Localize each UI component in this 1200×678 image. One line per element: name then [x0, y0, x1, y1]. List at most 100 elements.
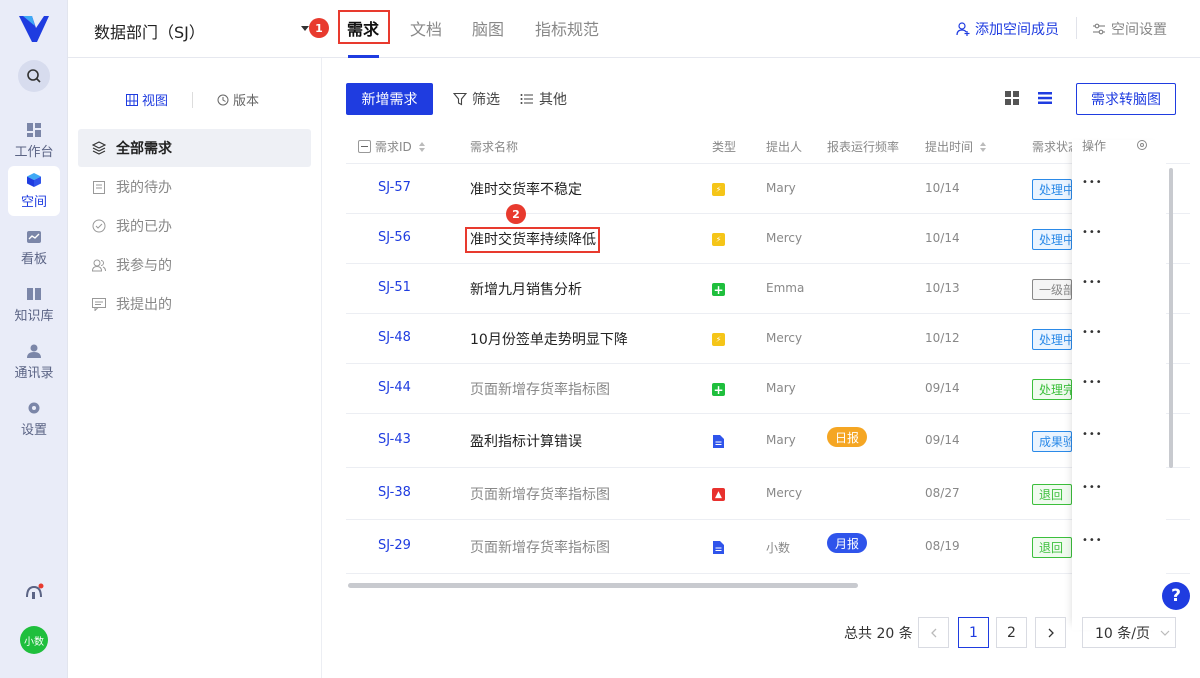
column-time[interactable]: 提出时间 [925, 138, 987, 155]
tab-mindmap[interactable]: 脑图 [472, 16, 504, 40]
submit-date: 09/14 [925, 381, 960, 395]
sidebar-item-all[interactable]: 全部需求 [78, 129, 311, 167]
more-actions-icon[interactable]: ••• [1082, 377, 1103, 388]
table-row[interactable]: SJ-44 页面新增存货率指标图 + Mary 09/14 处理完 [346, 364, 1190, 414]
other-button[interactable]: 其他 [520, 89, 567, 109]
page-size-select[interactable]: 10 条/页 [1082, 617, 1176, 648]
requirement-name[interactable]: 页面新增存货率指标图 [470, 484, 610, 504]
submit-date: 10/14 [925, 231, 960, 245]
rail-item-dashboard[interactable]: 看板 [8, 223, 60, 273]
tab-docs[interactable]: 文档 [410, 16, 442, 40]
requirement-id[interactable]: SJ-56 [378, 230, 411, 245]
more-actions-icon[interactable]: ••• [1082, 177, 1103, 188]
tab-metrics[interactable]: 指标规范 [535, 16, 599, 40]
filter-label: 筛选 [472, 92, 500, 108]
proposer: Mary [766, 381, 796, 395]
column-id[interactable]: 需求ID [358, 138, 425, 155]
search-icon [27, 69, 41, 83]
table-row[interactable]: SJ-38 页面新增存货率指标图 ▲ Mercy 08/27 退回 [346, 468, 1190, 520]
list-icon [520, 94, 533, 104]
tab-version[interactable]: 版本 [217, 90, 259, 109]
sidebar-item-participated[interactable]: 我参与的 [78, 246, 311, 284]
tab-view[interactable]: 视图 [126, 90, 168, 109]
bolt-icon: ⚡ [712, 333, 725, 346]
bolt-icon: ⚡ [712, 183, 725, 196]
sidebar-item-todo[interactable]: 我的待办 [78, 168, 311, 206]
vertical-scrollbar[interactable] [1169, 168, 1173, 468]
submit-date: 08/27 [925, 486, 960, 500]
status-badge: 处理中 [1032, 229, 1072, 250]
tab-requirements[interactable]: 需求 [347, 16, 379, 40]
status-badge: 一级部 [1032, 279, 1072, 300]
space-settings-link[interactable]: 空间设置 [1092, 19, 1167, 39]
requirement-name[interactable]: 10月份签单走势明显下降 [470, 329, 628, 349]
select-all-checkbox[interactable] [358, 140, 371, 153]
submit-date: 08/19 [925, 539, 960, 553]
requirement-name[interactable]: 盈利指标计算错误 [470, 431, 582, 451]
page-2-button[interactable]: 2 [996, 617, 1027, 648]
rail-item-label: 知识库 [14, 309, 54, 324]
proposer: Emma [766, 281, 805, 295]
column-name: 需求名称 [470, 140, 519, 154]
requirement-name[interactable]: 页面新增存货率指标图 [470, 379, 610, 399]
rail-item-workbench[interactable]: 工作台 [8, 116, 60, 166]
requirement-id[interactable]: SJ-38 [378, 485, 411, 500]
table-row[interactable]: SJ-48 10月份签单走势明显下降 ⚡ Mercy 10/12 处理中 [346, 314, 1190, 364]
requirement-name[interactable]: 新增九月销售分析 [470, 279, 582, 299]
clipboard-icon [92, 180, 106, 194]
view-icon [126, 93, 138, 106]
requirement-id[interactable]: SJ-57 [378, 180, 411, 195]
horizontal-scrollbar[interactable] [348, 583, 858, 588]
column-settings-icon[interactable] [1136, 139, 1148, 151]
filter-button[interactable]: 筛选 [453, 89, 500, 109]
help-button[interactable]: ? [1162, 582, 1190, 610]
requirement-id[interactable]: SJ-48 [378, 330, 411, 345]
more-actions-icon[interactable]: ••• [1082, 482, 1103, 493]
divider [192, 91, 194, 108]
table-row[interactable]: SJ-57 准时交货率不稳定 ⚡ Mary 10/14 处理中 [346, 164, 1190, 214]
requirement-id[interactable]: SJ-43 [378, 432, 411, 447]
table-row[interactable]: SJ-51 新增九月销售分析 + Emma 10/13 一级部 [346, 264, 1190, 314]
dropdown-arrow-icon[interactable] [301, 26, 309, 31]
headset-icon[interactable] [24, 583, 44, 603]
column-type: 类型 [712, 140, 737, 154]
sidebar-item-submitted[interactable]: 我提出的 [78, 285, 311, 323]
next-page-button[interactable] [1035, 617, 1066, 648]
table-row[interactable]: SJ-29 页面新增存货率指标图 小数 月报 08/19 退回 [346, 520, 1190, 574]
check-circle-icon [92, 219, 106, 233]
table-row[interactable]: SJ-43 盈利指标计算错误 Mary 日报 09/14 成果验 [346, 414, 1190, 468]
requirement-id[interactable]: SJ-29 [378, 538, 411, 553]
logo-icon[interactable] [17, 12, 51, 46]
convert-to-mindmap-button[interactable]: 需求转脑图 [1076, 83, 1176, 115]
submit-date: 10/14 [925, 181, 960, 195]
requirement-name[interactable]: 准时交货率不稳定 [470, 179, 582, 199]
rail-item-settings[interactable]: 设置 [8, 394, 60, 444]
sort-icon[interactable] [418, 141, 425, 152]
add-user-icon [956, 22, 970, 36]
more-actions-icon[interactable]: ••• [1082, 535, 1103, 546]
prev-page-button[interactable] [918, 617, 949, 648]
add-member-link[interactable]: 添加空间成员 [956, 19, 1059, 39]
rail-item-knowledge[interactable]: 知识库 [8, 280, 60, 330]
avatar[interactable]: 小数 [20, 626, 48, 654]
status-badge: 处理中 [1032, 179, 1072, 200]
workspace-name[interactable]: 数据部门（SJ） [94, 19, 205, 43]
more-actions-icon[interactable]: ••• [1082, 227, 1103, 238]
new-requirement-button[interactable]: 新增需求 [346, 83, 433, 115]
grid-view-icon[interactable] [1005, 91, 1019, 105]
requirement-name[interactable]: 页面新增存货率指标图 [470, 537, 610, 557]
rail-item-space[interactable]: 空间 [8, 166, 60, 216]
sidebar-item-done[interactable]: 我的已办 [78, 207, 311, 245]
more-actions-icon[interactable]: ••• [1082, 429, 1103, 440]
more-actions-icon[interactable]: ••• [1082, 277, 1103, 288]
requirement-id[interactable]: SJ-51 [378, 280, 411, 295]
list-view-icon[interactable] [1038, 91, 1052, 105]
rail-item-contacts[interactable]: 通讯录 [8, 337, 60, 387]
requirement-id[interactable]: SJ-44 [378, 380, 411, 395]
document-icon [712, 541, 725, 554]
status-badge: 退回 [1032, 484, 1072, 505]
sort-icon[interactable] [980, 141, 987, 152]
more-actions-icon[interactable]: ••• [1082, 327, 1103, 338]
page-1-button[interactable]: 1 [958, 617, 989, 648]
search-button[interactable] [18, 60, 50, 92]
